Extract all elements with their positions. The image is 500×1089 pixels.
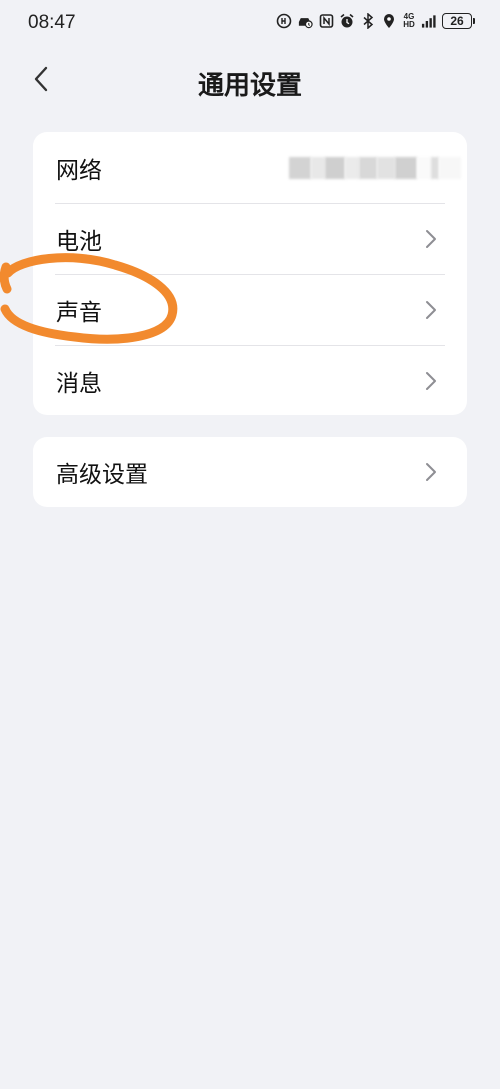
nfc-icon bbox=[318, 13, 334, 29]
alarm-icon bbox=[339, 13, 355, 29]
battery-icon: 26 bbox=[442, 13, 475, 29]
settings-row-label: 消息 bbox=[56, 370, 102, 397]
location-icon bbox=[381, 13, 397, 29]
status-bar: 08:47 4G HD 26 bbox=[0, 0, 500, 48]
chevron-right-icon bbox=[426, 229, 436, 248]
settings-row-battery[interactable]: 电池 bbox=[33, 203, 467, 274]
settings-group-advanced: 高级设置 bbox=[33, 437, 467, 507]
chevron-right-icon bbox=[426, 463, 436, 481]
chevron-right-icon bbox=[426, 300, 436, 319]
settings-row-advanced[interactable]: 高级设置 bbox=[33, 437, 467, 507]
network-type-label: 4G HD bbox=[403, 12, 415, 29]
hd-voice-icon bbox=[276, 13, 292, 29]
status-time: 08:47 bbox=[28, 12, 76, 33]
status-icons: 4G HD 26 bbox=[276, 12, 475, 29]
settings-row-label: 电池 bbox=[56, 228, 102, 255]
signal-icon bbox=[421, 13, 437, 29]
settings-row-label: 高级设置 bbox=[56, 462, 148, 488]
chevron-right-icon bbox=[426, 371, 436, 390]
bluetooth-icon bbox=[360, 13, 376, 29]
settings-row-network[interactable]: 网络 bbox=[33, 132, 467, 203]
network-value-blurred bbox=[289, 156, 461, 179]
car-connect-icon bbox=[297, 13, 313, 29]
page-title: 通用设置 bbox=[197, 71, 302, 101]
settings-row-sound[interactable]: 声音 bbox=[33, 274, 467, 345]
settings-group-general: 网络 电池 声音 消息 bbox=[33, 132, 467, 415]
settings-row-label: 网络 bbox=[56, 157, 102, 184]
settings-row-label: 声音 bbox=[56, 299, 102, 326]
header: 通用设置 bbox=[0, 48, 500, 114]
settings-row-messages[interactable]: 消息 bbox=[33, 345, 467, 415]
